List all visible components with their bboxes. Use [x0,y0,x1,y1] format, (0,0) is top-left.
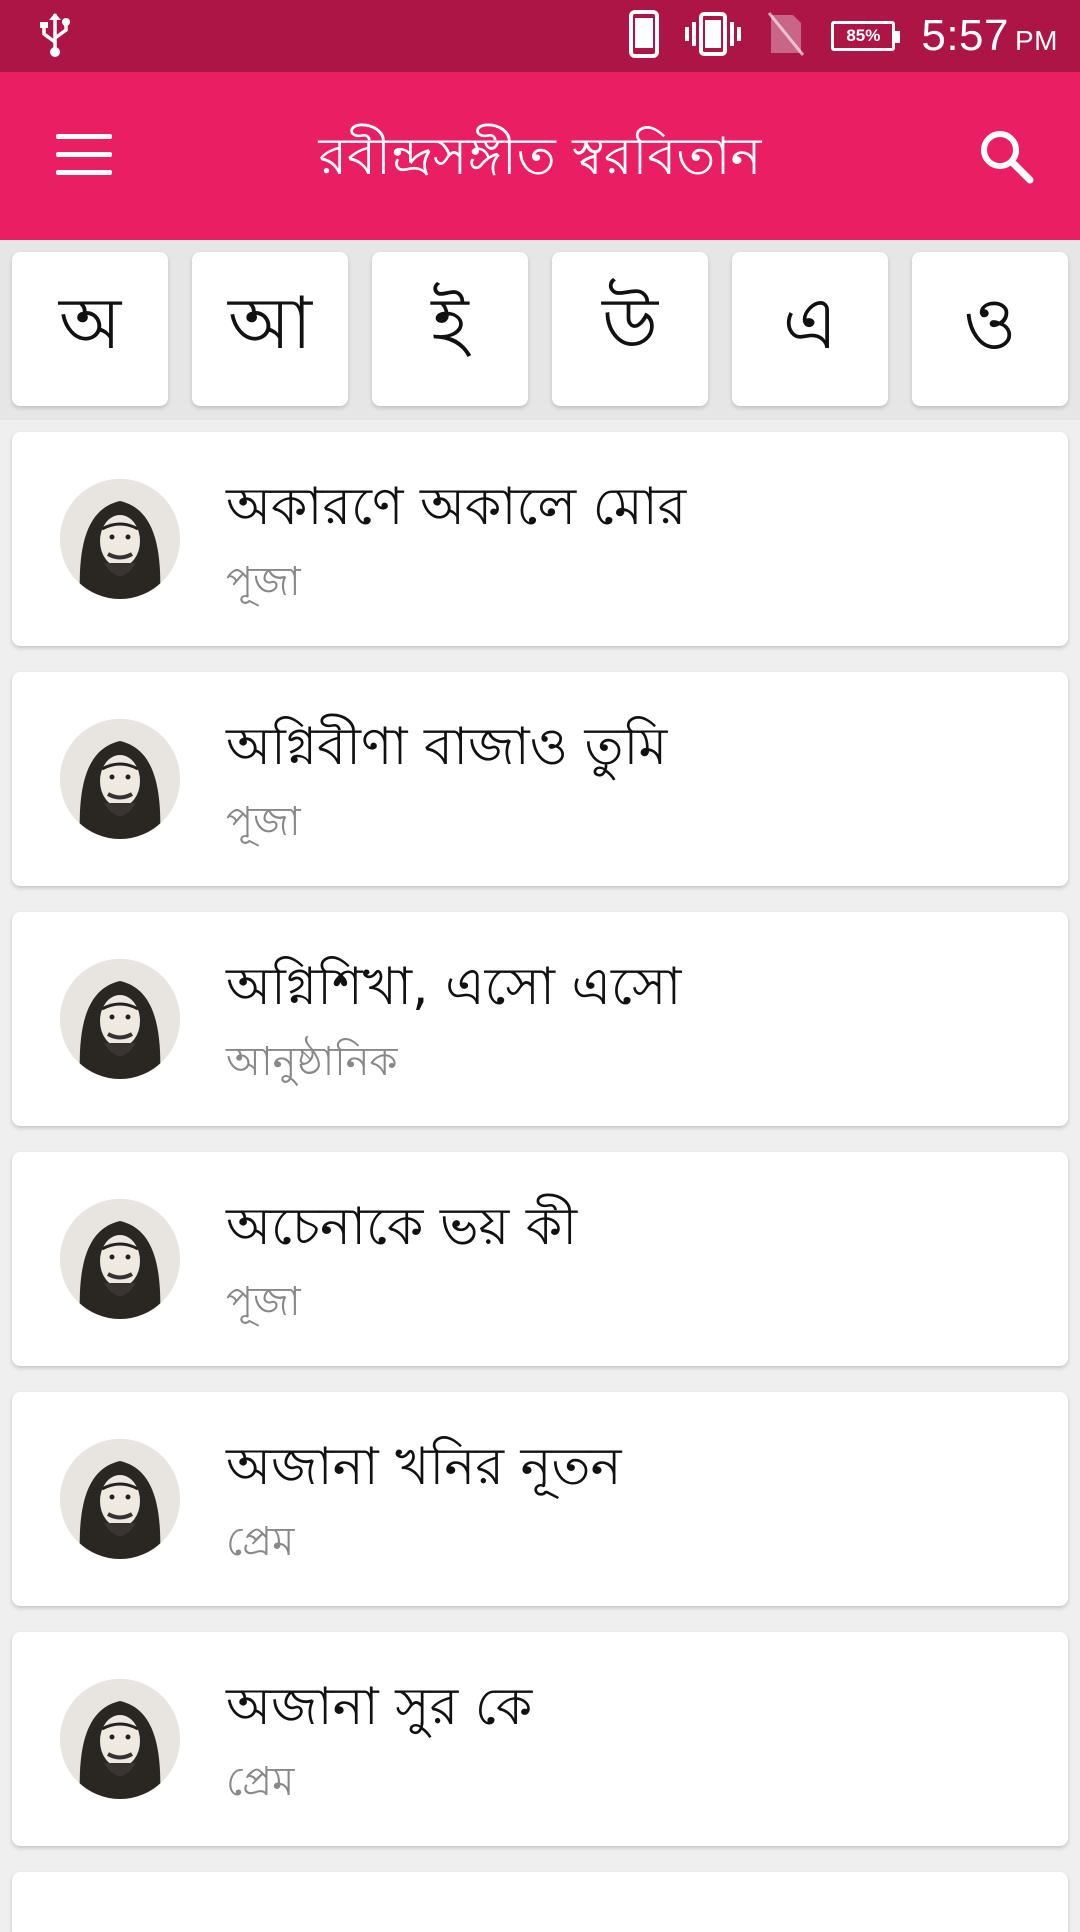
song-title: অজানা সুর কে [226,1677,533,1737]
usb-icon [38,12,72,62]
letter-button-i[interactable]: ই [372,252,528,406]
clock: 5:57 PM [921,11,1058,61]
avatar [60,719,180,839]
battery-icon: 85% [831,21,901,51]
song-title: অকারণে অকালে মোর [226,477,687,537]
song-category: প্রেম [226,1519,295,1565]
list-item[interactable]: অগ্নিশিখা, এসো এসো আনুষ্ঠানিক [12,912,1068,1126]
phone-icon [629,10,660,62]
letter-button-a[interactable]: অ [12,252,168,406]
song-category: আনুষ্ঠানিক [226,1039,398,1085]
list-item[interactable]: অকারণে অকালে মোর পূজা [12,432,1068,646]
clock-time: 5:57 [921,11,1009,60]
song-category: পূজা [226,799,301,845]
song-category: প্রেম [226,1759,295,1805]
letter-filter-bar: অ আ ই উ এ ও [0,240,1080,420]
avatar [60,479,180,599]
vibrate-icon [685,10,742,62]
list-item[interactable]: অজানা সুর কে প্রেম [12,1632,1068,1846]
song-title: অজানা খনির নূতন [226,1437,622,1497]
avatar [60,959,180,1079]
song-title: অগ্নিবীণা বাজাও তুমি [226,717,668,777]
page-title: রবীন্দ্রসঙ্গীত স্বরবিতান [318,127,762,187]
list-item-partial[interactable] [12,1872,1068,1932]
no-sim-icon [767,11,805,61]
clock-ampm: PM [1015,25,1058,56]
song-category: পূজা [226,559,301,605]
letter-button-e[interactable]: এ [732,252,888,406]
status-bar: 85% 5:57 PM [0,0,1080,72]
battery-level: 85% [846,26,881,45]
search-icon[interactable] [976,126,1036,190]
avatar [60,1439,180,1559]
list-item[interactable]: অগ্নিবীণা বাজাও তুমি পূজা [12,672,1068,886]
song-title: অগ্নিশিখা, এসো এসো [226,957,682,1017]
letter-button-u[interactable]: উ [552,252,708,406]
avatar [60,1679,180,1799]
list-item[interactable]: অজানা খনির নূতন প্রেম [12,1392,1068,1606]
app-bar: রবীন্দ্রসঙ্গীত স্বরবিতান [0,72,1080,240]
letter-button-o[interactable]: ও [912,252,1068,406]
list-item[interactable]: অচেনাকে ভয় কী পূজা [12,1152,1068,1366]
song-category: পূজা [226,1279,301,1325]
letter-button-aa[interactable]: আ [192,252,348,406]
avatar [60,1199,180,1319]
song-title: অচেনাকে ভয় কী [226,1197,578,1257]
